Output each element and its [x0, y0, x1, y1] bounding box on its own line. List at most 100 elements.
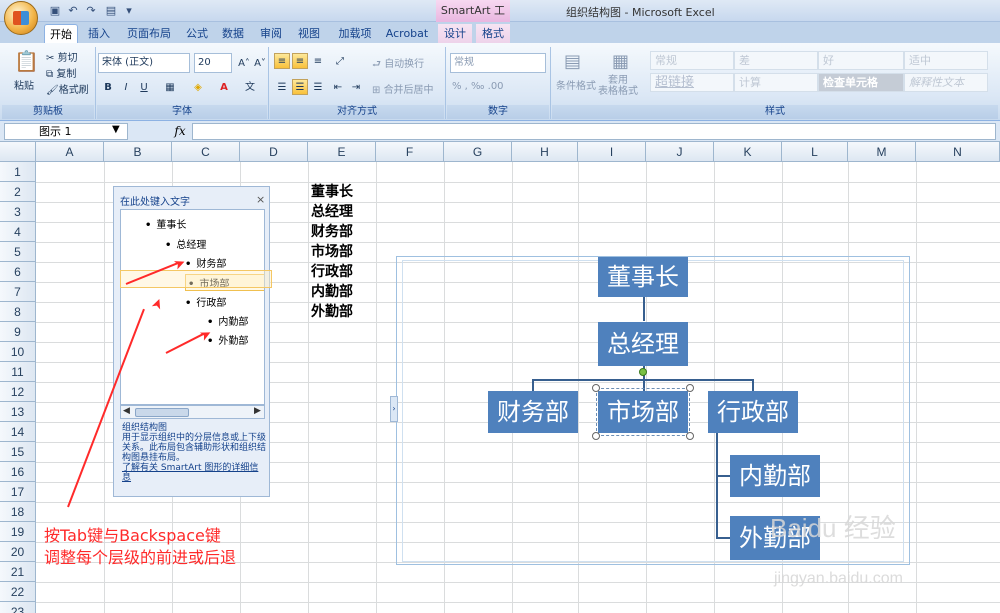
row-header[interactable]: 16: [0, 462, 36, 482]
cell-E6[interactable]: 行政部: [311, 262, 353, 282]
row-header[interactable]: 22: [0, 582, 36, 602]
tab-insert[interactable]: 插入: [82, 24, 116, 43]
undo-icon[interactable]: ↶: [66, 4, 80, 18]
row-header[interactable]: 21: [0, 562, 36, 582]
orientation-icon[interactable]: ⤢: [332, 53, 348, 69]
select-all-corner[interactable]: [0, 142, 36, 162]
decrease-indent-icon[interactable]: ⇤: [330, 79, 346, 95]
column-header[interactable]: M: [848, 142, 916, 162]
tab-acrobat[interactable]: Acrobat: [384, 24, 430, 43]
column-header[interactable]: G: [444, 142, 512, 162]
align-middle-icon[interactable]: ≡: [292, 53, 308, 69]
style-check-cell[interactable]: 检查单元格: [818, 73, 904, 92]
cell-E2[interactable]: 董事长: [311, 182, 353, 202]
style-good[interactable]: 好: [818, 51, 904, 70]
row-header[interactable]: 7: [0, 282, 36, 302]
node-general-manager[interactable]: 总经理: [598, 322, 688, 366]
font-color-icon[interactable]: A: [216, 79, 232, 95]
paste-button[interactable]: 粘贴: [14, 77, 34, 92]
cell-E7[interactable]: 内勤部: [311, 282, 353, 302]
save-icon[interactable]: ▣: [48, 4, 62, 18]
insert-function-icon[interactable]: fx: [172, 123, 188, 140]
wrap-text-button[interactable]: ⮐ 自动换行: [372, 55, 424, 74]
row-header[interactable]: 2: [0, 182, 36, 202]
shrink-font-icon[interactable]: A˅: [252, 55, 268, 71]
italic-icon[interactable]: I: [118, 79, 134, 95]
node-finance[interactable]: 财务部: [488, 391, 578, 433]
column-header[interactable]: B: [104, 142, 172, 162]
column-header[interactable]: F: [376, 142, 444, 162]
rotate-handle[interactable]: [639, 368, 647, 376]
text-pane-list[interactable]: 董事长 总经理 财务部 市场部 行政部 内勤部 外勤部: [120, 209, 265, 405]
row-header[interactable]: 18: [0, 502, 36, 522]
row-header[interactable]: 1: [0, 162, 36, 182]
style-normal[interactable]: 常规: [650, 51, 734, 70]
text-pane-item[interactable]: 总经理: [165, 236, 206, 251]
scroll-left-icon[interactable]: ◀: [123, 406, 130, 416]
copy-button[interactable]: ⧉ 复制: [46, 65, 76, 80]
row-header[interactable]: 15: [0, 442, 36, 462]
font-size-select[interactable]: 20: [194, 53, 232, 73]
customize-qat-icon[interactable]: ▾: [122, 4, 136, 18]
format-painter-button[interactable]: 🖌格式刷: [46, 81, 89, 96]
column-header[interactable]: K: [714, 142, 782, 162]
row-header[interactable]: 9: [0, 322, 36, 342]
resize-handle[interactable]: [686, 384, 694, 392]
conditional-format-button[interactable]: 条件格式: [556, 77, 596, 92]
style-calculation[interactable]: 计算: [734, 73, 818, 92]
cell-E4[interactable]: 财务部: [311, 222, 353, 242]
quick-access-icon[interactable]: ▤: [104, 4, 118, 18]
align-left-icon[interactable]: ☰: [274, 79, 290, 95]
redo-icon[interactable]: ↷: [84, 4, 98, 18]
column-header[interactable]: J: [646, 142, 714, 162]
font-name-select[interactable]: 宋体 (正文): [98, 53, 190, 73]
style-bad[interactable]: 差: [734, 51, 818, 70]
formula-input[interactable]: [192, 123, 996, 140]
column-header[interactable]: A: [36, 142, 104, 162]
bold-icon[interactable]: B: [100, 79, 116, 95]
resize-handle[interactable]: [592, 384, 600, 392]
row-header[interactable]: 20: [0, 542, 36, 562]
resize-handle[interactable]: [686, 432, 694, 440]
tab-design[interactable]: 设计: [438, 24, 472, 43]
office-button[interactable]: [4, 1, 38, 35]
tab-data[interactable]: 数据: [218, 24, 248, 43]
resize-handle[interactable]: [592, 432, 600, 440]
column-header[interactable]: I: [578, 142, 646, 162]
grow-font-icon[interactable]: A˄: [236, 55, 252, 71]
row-header[interactable]: 19: [0, 522, 36, 542]
number-format-select[interactable]: 常规: [450, 53, 546, 73]
text-pane-item[interactable]: 内勤部: [207, 313, 248, 328]
node-administration[interactable]: 行政部: [708, 391, 798, 433]
column-header[interactable]: H: [512, 142, 578, 162]
column-header[interactable]: C: [172, 142, 240, 162]
row-header[interactable]: 3: [0, 202, 36, 222]
row-header[interactable]: 17: [0, 482, 36, 502]
row-header[interactable]: 23: [0, 602, 36, 613]
tab-view[interactable]: 视图: [294, 24, 324, 43]
tab-page-layout[interactable]: 页面布局: [122, 24, 176, 43]
name-box[interactable]: 图示 1: [4, 123, 128, 140]
scrollbar-thumb[interactable]: [135, 408, 189, 417]
cut-button[interactable]: ✂ 剪切: [46, 49, 78, 64]
style-neutral[interactable]: 适中: [904, 51, 988, 70]
row-header[interactable]: 8: [0, 302, 36, 322]
row-header[interactable]: 11: [0, 362, 36, 382]
cell-E3[interactable]: 总经理: [311, 202, 353, 222]
align-bottom-icon[interactable]: ≡: [310, 53, 326, 69]
row-header[interactable]: 4: [0, 222, 36, 242]
row-header[interactable]: 13: [0, 402, 36, 422]
number-format-buttons[interactable]: % , ‰ .00: [452, 81, 504, 92]
cell-E8[interactable]: 外勤部: [311, 302, 353, 322]
tab-addins[interactable]: 加载项: [334, 24, 376, 43]
column-header[interactable]: E: [308, 142, 376, 162]
align-center-icon[interactable]: ☰: [292, 79, 308, 95]
close-icon[interactable]: ×: [256, 193, 265, 206]
text-pane-toggle[interactable]: ›: [390, 396, 398, 422]
column-header[interactable]: D: [240, 142, 308, 162]
tab-review[interactable]: 审阅: [256, 24, 286, 43]
node-internal[interactable]: 内勤部: [730, 455, 820, 497]
name-box-dropdown-icon[interactable]: ▼: [112, 124, 120, 135]
style-hyperlink[interactable]: 超链接: [650, 73, 734, 92]
tab-formulas[interactable]: 公式: [182, 24, 212, 43]
